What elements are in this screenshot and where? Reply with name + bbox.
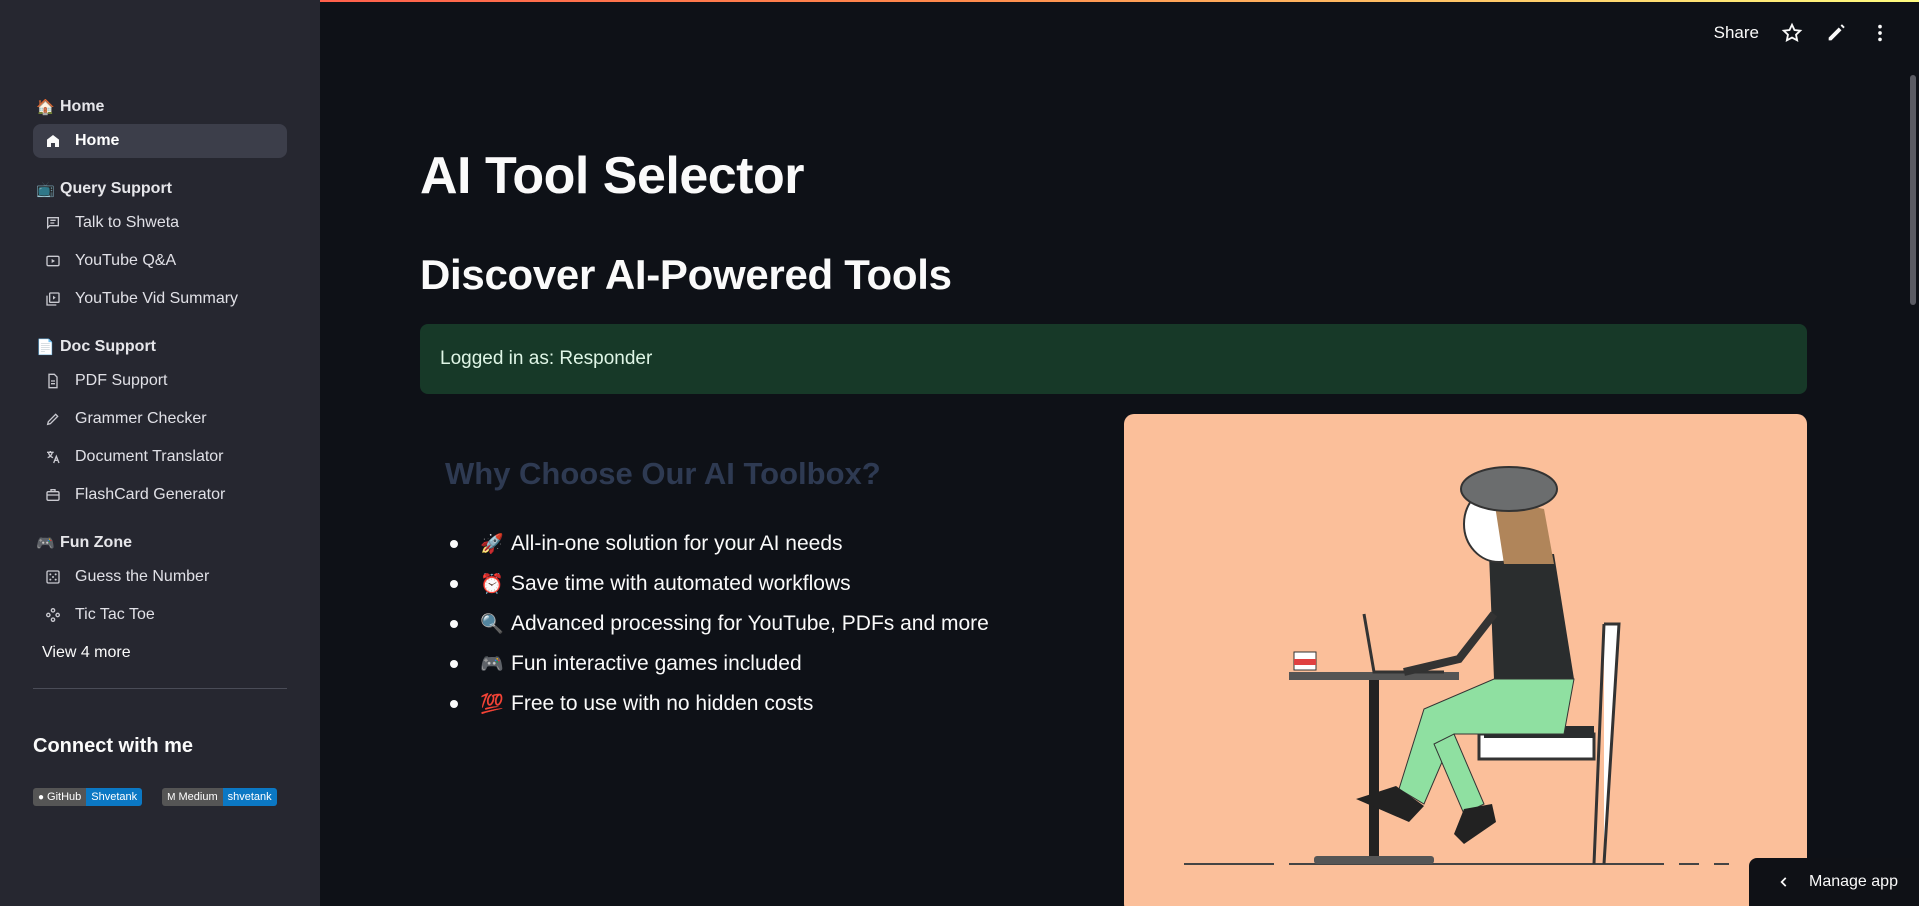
tv-emoji-icon: 📺	[36, 181, 55, 198]
section-title: Doc Support	[60, 338, 156, 355]
sidebar-item-label: Grammer Checker	[75, 410, 207, 427]
home-icon	[47, 135, 59, 147]
logged-in-banner: Logged in as: Responder	[420, 324, 1807, 394]
share-button[interactable]: Share	[1714, 23, 1759, 43]
pencil-icon	[46, 413, 59, 426]
sidebar-divider	[33, 688, 287, 689]
sidebar-item-label: Tic Tac Toe	[75, 606, 155, 623]
sidebar-item-label: PDF Support	[75, 372, 168, 389]
edit-pencil-icon[interactable]	[1825, 22, 1847, 44]
sidebar-item-youtube-qa[interactable]: YouTube Q&A	[33, 244, 287, 278]
chat-icon	[47, 217, 59, 230]
sidebar: 🏠 Home Home 📺 Query Support Talk to Shwe…	[0, 0, 320, 906]
gamepad-icon	[46, 608, 60, 622]
briefcase-icon	[46, 489, 60, 501]
section-header-doc-support: 📄 Doc Support	[36, 334, 287, 360]
page-title: AI Tool Selector	[420, 147, 804, 205]
alarm-clock-icon: ⏰	[480, 574, 504, 595]
sidebar-item-label: Document Translator	[75, 448, 224, 465]
list-item: 🔍 Advanced processing for YouTube, PDFs a…	[450, 604, 989, 644]
section-title: Query Support	[60, 180, 173, 197]
list-item: ⏰ Save time with automated workflows	[450, 564, 989, 604]
sidebar-item-pdf-support[interactable]: PDF Support	[33, 364, 287, 398]
chevron-left-icon	[1780, 877, 1787, 887]
house-emoji-icon: 🏠	[36, 99, 55, 116]
medium-icon: M	[167, 791, 176, 803]
video-library-icon	[46, 292, 60, 306]
connect-heading: Connect with me	[33, 735, 194, 757]
list-item: 🚀 All-in-one solution for your AI needs	[450, 524, 989, 564]
top-toolbar: Share	[1714, 22, 1891, 44]
magnifier-icon: 🔍	[480, 614, 504, 635]
nav-section-doc-support: 📄 Doc Support PDF Support Grammer Checke…	[0, 334, 320, 512]
vertical-scrollbar[interactable]	[1910, 75, 1916, 305]
nav-section-fun-zone: 🎮 Fun Zone Guess the Number Tic Tac Toe	[0, 530, 320, 632]
hundred-points-icon: 💯	[480, 694, 504, 715]
sidebar-item-label: Talk to Shweta	[75, 214, 180, 231]
section-title: Fun Zone	[60, 534, 132, 551]
sidebar-item-label: YouTube Vid Summary	[75, 290, 239, 307]
why-choose-heading: Why Choose Our AI Toolbox?	[445, 456, 881, 491]
sidebar-item-youtube-vid-summary[interactable]: YouTube Vid Summary	[33, 282, 287, 316]
section-header-query-support: 📺 Query Support	[36, 176, 287, 202]
woman-on-laptop-illustration	[1184, 466, 1729, 865]
illustration-image	[1124, 414, 1807, 906]
section-header-home: 🏠 Home	[36, 94, 287, 120]
nav-section-query-support: 📺 Query Support Talk to Shweta YouTube Q…	[0, 176, 320, 316]
manage-app-label: Manage app	[1809, 873, 1898, 890]
document-icon	[48, 373, 58, 389]
sidebar-item-label: YouTube Q&A	[75, 252, 177, 269]
sidebar-item-tic-tac-toe[interactable]: Tic Tac Toe	[33, 598, 287, 632]
github-icon: ●	[38, 791, 45, 803]
sidebar-item-talk-to-shweta[interactable]: Talk to Shweta	[33, 206, 287, 240]
page-subtitle: Discover AI-Powered Tools	[420, 251, 952, 298]
sidebar-item-label: FlashCard Generator	[75, 486, 226, 503]
list-item: 🎮 Fun interactive games included	[450, 644, 989, 684]
sidebar-item-grammer-checker[interactable]: Grammer Checker	[33, 402, 287, 436]
medium-badge[interactable]: M Medium shvetank	[162, 788, 277, 806]
play-box-icon	[46, 255, 60, 267]
sidebar-item-label: Guess the Number	[75, 568, 210, 585]
dice-icon	[46, 570, 60, 584]
sidebar-item-guess-the-number[interactable]: Guess the Number	[33, 560, 287, 594]
document-emoji-icon: 📄	[36, 339, 55, 356]
nav-section-home: 🏠 Home Home	[0, 94, 320, 158]
sidebar-item-label: Home	[75, 132, 120, 149]
github-badge[interactable]: ● GitHub Shvetank	[33, 788, 143, 806]
translate-icon	[47, 451, 60, 464]
list-item: 💯 Free to use with no hidden costs	[450, 684, 989, 724]
game-controller-icon: 🎮	[480, 654, 504, 675]
sidebar-item-flashcard-generator[interactable]: FlashCard Generator	[33, 478, 287, 512]
rocket-icon: 🚀	[480, 534, 504, 555]
sidebar-item-document-translator[interactable]: Document Translator	[33, 440, 287, 474]
section-title: Home	[60, 98, 105, 115]
star-icon[interactable]	[1781, 22, 1803, 44]
game-controller-emoji-icon: 🎮	[36, 535, 55, 552]
social-badges: ● GitHub Shvetank M Medium shvetank	[33, 788, 320, 806]
manage-app-button[interactable]: Manage app	[1749, 858, 1919, 906]
features-list: 🚀 All-in-one solution for your AI needs ⏰…	[450, 524, 989, 724]
section-header-fun-zone: 🎮 Fun Zone	[36, 530, 287, 556]
more-vertical-icon[interactable]	[1869, 22, 1891, 44]
sidebar-item-home[interactable]: Home	[33, 124, 287, 158]
view-more-button[interactable]: View 4 more	[0, 636, 320, 670]
